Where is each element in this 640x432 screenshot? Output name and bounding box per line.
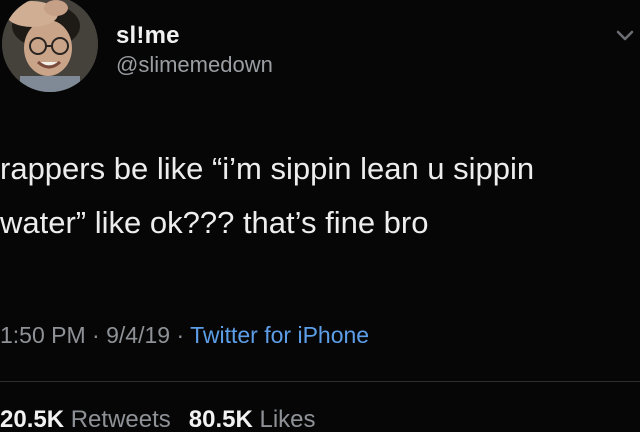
meta-separator: · (176, 322, 185, 348)
tweet-text-line: water” like ok??? that’s fine bro (0, 205, 429, 240)
avatar-image (2, 0, 98, 92)
likes-count: 80.5K (188, 406, 253, 432)
display-name[interactable]: sl!me (116, 22, 180, 50)
chevron-down-icon[interactable] (612, 22, 638, 48)
retweets-label: Retweets (70, 406, 171, 432)
tweet-text: rappers be like “i’m sippin lean u sippi… (0, 142, 640, 250)
retweets-stat[interactable]: 20.5K Retweets (0, 406, 171, 432)
tweet-source-link[interactable]: Twitter for iPhone (190, 322, 369, 348)
tweet-stats: 20.5K Retweets 80.5K Likes (0, 406, 316, 432)
tweet-text-line: rappers be like “i’m sippin lean u sippi… (0, 151, 535, 186)
likes-stat[interactable]: 80.5K Likes (189, 406, 316, 432)
retweets-count: 20.5K (0, 406, 65, 432)
tweet-card: sl!me @slimemedown rappers be like “i’m … (0, 0, 640, 432)
tweet-date[interactable]: 9/4/19 (106, 322, 170, 348)
likes-label: Likes (259, 406, 316, 432)
meta-separator: · (92, 322, 100, 348)
user-handle[interactable]: @slimemedown (116, 52, 273, 78)
avatar[interactable] (2, 0, 98, 92)
tweet-meta: 1:50 PM · 9/4/19 · Twitter for iPhone (0, 322, 369, 349)
tweet-time[interactable]: 1:50 PM (0, 322, 86, 348)
divider (0, 381, 640, 382)
